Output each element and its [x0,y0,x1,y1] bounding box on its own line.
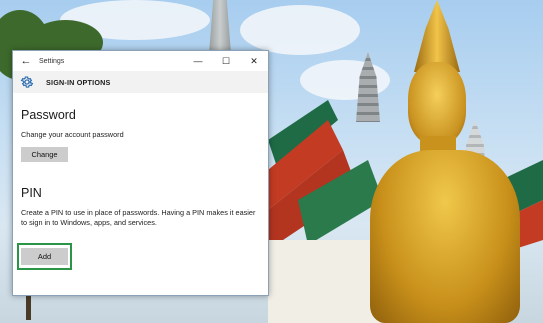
title-bar: ← Settings — ☐ ✕ [13,51,268,71]
gear-icon [18,73,36,91]
close-button[interactable]: ✕ [240,51,268,71]
add-pin-button[interactable]: Add [21,248,68,265]
pin-section-title: PIN [21,186,42,200]
settings-content: Password Change your account password Ch… [13,108,268,228]
wallpaper-statue-body [370,150,520,323]
change-password-button[interactable]: Change [21,147,68,162]
maximize-button[interactable]: ☐ [212,51,240,71]
add-pin-highlight: Add [17,243,72,270]
window-controls: — ☐ ✕ [184,51,268,71]
pin-description: Create a PIN to use in place of password… [21,208,256,227]
password-description: Change your account password [21,130,124,139]
wallpaper-statue-head [408,62,466,144]
wallpaper-cloud [240,5,360,55]
password-section-title: Password [21,108,76,122]
page-header: SIGN-IN OPTIONS [13,71,268,93]
window-title: Settings [39,57,65,65]
minimize-button[interactable]: — [184,51,212,71]
settings-window: ← Settings — ☐ ✕ SIGN-IN OPTIONS Passwor… [12,50,269,296]
page-title: SIGN-IN OPTIONS [46,77,111,87]
back-arrow-icon[interactable]: ← [13,55,39,67]
